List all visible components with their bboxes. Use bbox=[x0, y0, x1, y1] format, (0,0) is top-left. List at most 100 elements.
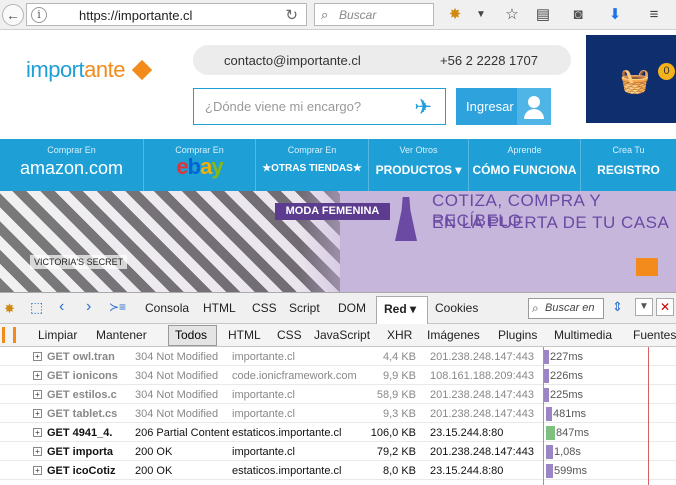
tab-dom[interactable]: DOM bbox=[338, 301, 366, 315]
ebay-logo: ebay bbox=[176, 154, 223, 179]
row-status: 304 Not Modified bbox=[135, 351, 219, 363]
minimize-devtools-button[interactable]: ▼ bbox=[635, 298, 653, 316]
filter-javascript[interactable]: JavaScript bbox=[314, 328, 370, 342]
tab-red[interactable]: Red ▾ bbox=[376, 296, 428, 326]
browser-search-input[interactable]: ⌕ Buscar bbox=[314, 3, 434, 26]
menu-item-label: ★OTRAS TIENDAS★ bbox=[262, 163, 362, 174]
menu-item-otras-tiendas[interactable]: Comprar En ★OTRAS TIENDAS★ bbox=[256, 139, 369, 191]
menu-item-productos[interactable]: Ver Otros PRODUCTOS ▾ bbox=[369, 139, 469, 191]
reload-icon[interactable]: ↻ bbox=[285, 6, 298, 24]
dress-icon bbox=[395, 197, 417, 241]
tab-html[interactable]: HTML bbox=[203, 301, 236, 315]
row-size: 79,2 KB bbox=[376, 446, 416, 458]
tab-cookies[interactable]: Cookies bbox=[435, 301, 478, 315]
table-row[interactable]: + GET estilos.c 304 Not Modified importante… bbox=[0, 386, 676, 404]
firebug-icon[interactable]: ✸ bbox=[4, 301, 15, 317]
menu-item-caption: Aprende bbox=[507, 145, 542, 155]
devtools-toolbar: ✸ ⬚ ‹ › ≻≡ Consola HTML CSS Script DOM R… bbox=[0, 292, 676, 326]
menu-item-caption: Crea Tu bbox=[612, 145, 645, 155]
back-arrow-icon: ← bbox=[6, 7, 20, 23]
row-ip: 23.15.244.8:80 bbox=[430, 427, 504, 439]
row-status: 200 OK bbox=[135, 465, 173, 477]
timing-bar bbox=[546, 445, 553, 459]
expand-icon[interactable]: + bbox=[33, 352, 42, 361]
banner-headline-2: EN LA PUERTA DE TU CASA bbox=[432, 213, 670, 232]
reading-list-icon[interactable]: ▤ bbox=[534, 6, 552, 24]
login-button[interactable]: Ingresar bbox=[456, 88, 551, 125]
filter-css[interactable]: CSS bbox=[277, 328, 302, 342]
timing-bar bbox=[546, 426, 555, 440]
menu-item-amazon[interactable]: Comprar En amazon.com bbox=[0, 139, 144, 191]
site-header: importante contacto@importante.cl +56 2 … bbox=[0, 31, 676, 139]
filter-todos[interactable]: Todos bbox=[168, 325, 217, 346]
row-status: 200 OK bbox=[135, 446, 173, 458]
site-logo[interactable]: importante bbox=[26, 57, 152, 83]
amazon-logo: amazon.com bbox=[19, 158, 124, 178]
filter-fuentes[interactable]: Fuentes bbox=[633, 328, 676, 342]
back-icon[interactable]: ‹ bbox=[59, 298, 64, 316]
banner-tag: MODA FEMENINA bbox=[275, 203, 390, 220]
devtools-search-input[interactable]: ⌕ Buscar en bbox=[528, 298, 604, 319]
extension-icon[interactable]: ✸ bbox=[446, 6, 464, 24]
filter-xhr[interactable]: XHR bbox=[387, 328, 412, 342]
filter-html[interactable]: HTML bbox=[228, 328, 261, 342]
row-status: 304 Not Modified bbox=[135, 389, 219, 401]
dropdown-arrow-icon[interactable]: ▼ bbox=[472, 6, 490, 24]
row-domain: importante.cl bbox=[232, 446, 295, 458]
tab-script[interactable]: Script bbox=[289, 301, 320, 315]
tracking-input[interactable]: ¿Dónde viene mi encargo? ✈ bbox=[193, 88, 446, 125]
devtools-search-placeholder: Buscar en bbox=[545, 302, 595, 314]
menu-item-caption: Comprar En bbox=[287, 145, 337, 155]
table-row[interactable]: + GET importa 200 OK importante.cl 79,2 KB 20… bbox=[0, 443, 676, 461]
promo-banner[interactable]: VICTORIA'S SECRET MODA FEMENINA COTIZA, … bbox=[0, 191, 676, 292]
contact-email[interactable]: contacto@importante.cl bbox=[224, 53, 361, 68]
pause-icon[interactable] bbox=[2, 327, 16, 343]
contact-phone[interactable]: +56 2 2228 1707 bbox=[440, 53, 538, 68]
menu-item-como-funciona[interactable]: Aprende CÓMO FUNCIONA bbox=[469, 139, 581, 191]
row-size: 4,4 KB bbox=[382, 351, 416, 363]
tab-consola[interactable]: Consola bbox=[145, 301, 189, 315]
pocket-icon[interactable]: ◙ bbox=[569, 6, 587, 24]
command-line-icon[interactable]: ≻≡ bbox=[109, 300, 126, 314]
row-time: 599ms bbox=[554, 465, 588, 477]
forward-icon[interactable]: › bbox=[86, 298, 91, 316]
menu-item-caption: Comprar En bbox=[47, 145, 96, 155]
load-event-line bbox=[648, 347, 649, 485]
filter-plugins[interactable]: Plugins bbox=[498, 328, 537, 342]
table-row[interactable]: + GET owl.tran 304 Not Modified importante.… bbox=[0, 348, 676, 366]
expand-icon[interactable]: + bbox=[33, 428, 42, 437]
menu-item-registro[interactable]: Crea Tu REGISTRO bbox=[581, 139, 676, 191]
bookmark-star-icon[interactable]: ☆ bbox=[503, 6, 521, 24]
table-row[interactable]: + GET ionicons 304 Not Modified code.ionicf… bbox=[0, 367, 676, 385]
timing-bar bbox=[546, 407, 552, 421]
close-devtools-button[interactable]: ✕ bbox=[656, 298, 674, 316]
filter-limpiar[interactable]: Limpiar bbox=[38, 328, 77, 342]
filter-imagenes[interactable]: Imágenes bbox=[427, 328, 480, 342]
row-size: 8,0 KB bbox=[382, 465, 416, 477]
expand-icon[interactable]: + bbox=[33, 466, 42, 475]
filter-mantener[interactable]: Mantener bbox=[96, 328, 147, 342]
url-bar[interactable]: i https://importante.cl ↻ bbox=[26, 3, 307, 26]
menu-hamburger-icon[interactable]: ≡ bbox=[645, 6, 663, 24]
row-ip: 201.238.248.147:443 bbox=[430, 446, 534, 458]
download-icon[interactable]: ⬇ bbox=[606, 6, 624, 24]
info-icon[interactable]: i bbox=[31, 7, 47, 23]
airplane-icon[interactable]: ✈ bbox=[414, 95, 432, 120]
row-domain: estaticos.importante.cl bbox=[232, 427, 342, 439]
table-row[interactable]: + GET 4941_4. 206 Partial Content estaticos… bbox=[0, 424, 676, 442]
expand-icon[interactable]: + bbox=[33, 371, 42, 380]
tab-css[interactable]: CSS bbox=[252, 301, 277, 315]
menu-item-ebay[interactable]: Comprar En ebay bbox=[144, 139, 256, 191]
row-timeline: 227ms bbox=[541, 349, 656, 365]
table-row[interactable]: + GET tablet.cs 304 Not Modified importante… bbox=[0, 405, 676, 423]
inspect-icon[interactable]: ⬚ bbox=[30, 299, 43, 316]
expand-icon[interactable]: + bbox=[33, 390, 42, 399]
expand-icon[interactable]: + bbox=[33, 447, 42, 456]
expand-icon[interactable]: + bbox=[33, 409, 42, 418]
shopping-cart[interactable]: 🧺 0 bbox=[586, 35, 676, 123]
back-button[interactable]: ← bbox=[2, 4, 24, 26]
table-row[interactable]: + GET icoCotiz 200 OK estaticos.importante.… bbox=[0, 462, 676, 480]
row-timeline: 225ms bbox=[541, 387, 656, 403]
detach-icon[interactable]: ⇕ bbox=[612, 299, 623, 315]
filter-multimedia[interactable]: Multimedia bbox=[554, 328, 612, 342]
